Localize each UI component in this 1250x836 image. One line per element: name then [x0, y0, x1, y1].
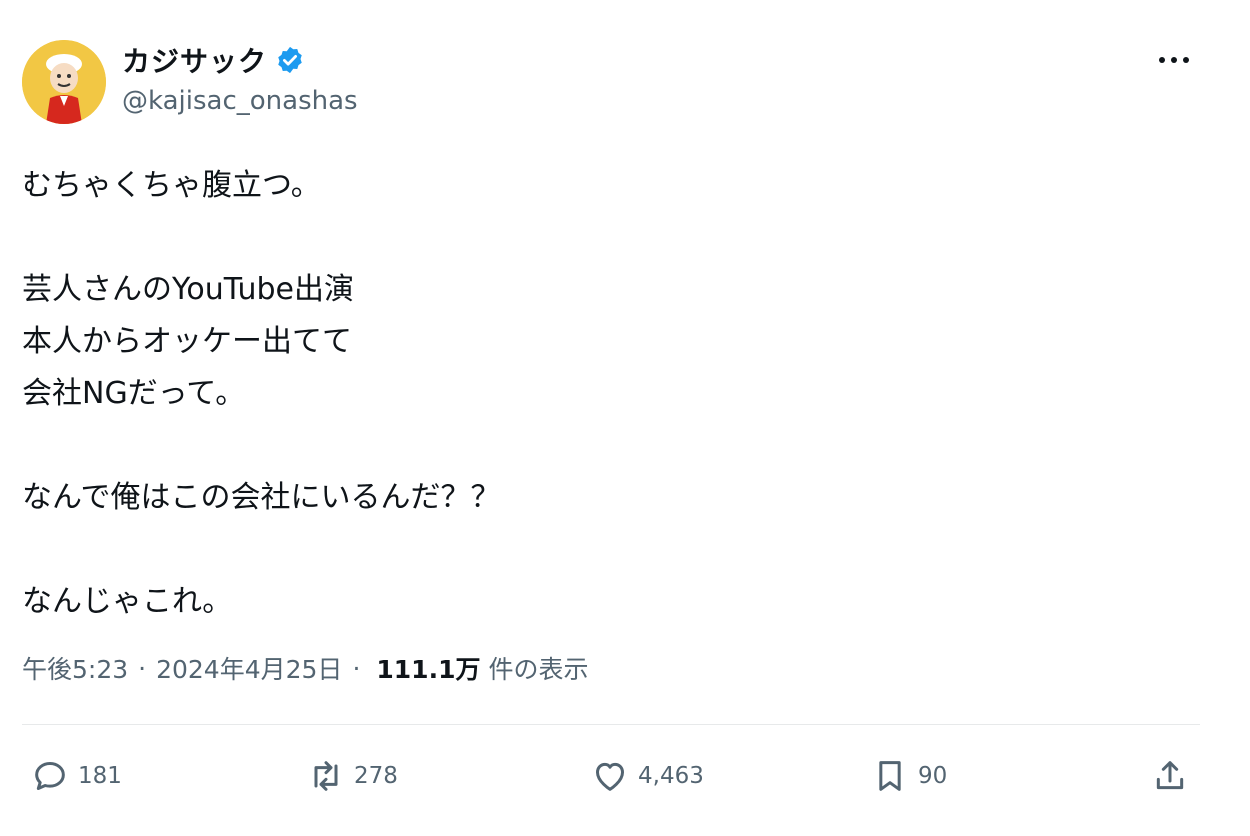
- like-button[interactable]: 4,463: [590, 748, 704, 804]
- tweet-line: なんで俺はこの会社にいるんだ？？: [22, 480, 501, 515]
- repost-icon: [314, 761, 338, 791]
- share-icon: [1156, 761, 1184, 790]
- bookmark-button[interactable]: 90: [870, 748, 947, 804]
- more-dots-icon: [1159, 57, 1189, 63]
- verified-badge-icon: [278, 46, 302, 74]
- author-name-row: カジサック: [122, 40, 305, 80]
- tweet-line: [22, 420, 1202, 472]
- avatar-illustration-icon: [22, 40, 106, 124]
- tweet-text: むちゃくちゃ腹立つ。 芸人さんのYouTube出演 本人からオッケー出てて 会社…: [22, 160, 1202, 628]
- action-bar: 181 278 4,463 90: [0, 748, 1250, 804]
- tweet-line: [22, 524, 1202, 576]
- views-label: 件の表示: [488, 655, 589, 684]
- author-display-name[interactable]: カジサック: [122, 40, 267, 80]
- more-options-button[interactable]: [1152, 42, 1196, 78]
- bookmark-count: 90: [918, 763, 948, 789]
- reply-count: 181: [78, 763, 122, 789]
- tweet-line: むちゃくちゃ腹立つ。: [22, 168, 321, 203]
- tweet-line: 本人からオッケー出てて: [22, 324, 352, 359]
- heart-icon: [596, 762, 624, 791]
- repost-button[interactable]: 278: [306, 748, 398, 804]
- tweet-meta: 午後5:23 · 2024年4月25日 · 111.1万 件の表示: [22, 646, 588, 690]
- tweet-line: なんじゃこれ。: [22, 584, 233, 619]
- tweet-time[interactable]: 午後5:23: [22, 650, 128, 686]
- tweet-line: 会社NGだって。: [22, 376, 246, 411]
- meta-separator: ·: [138, 653, 147, 683]
- author-handle[interactable]: @kajisac_onashas: [122, 86, 358, 116]
- meta-separator: ·: [352, 653, 361, 683]
- bookmark-icon: [879, 761, 901, 791]
- reply-button[interactable]: 181: [30, 748, 122, 804]
- tweet-line: [22, 212, 1202, 264]
- divider: [22, 724, 1200, 725]
- tweet-date[interactable]: 2024年4月25日: [156, 650, 342, 686]
- views-count[interactable]: 111.1万: [376, 650, 480, 686]
- avatar[interactable]: [22, 40, 106, 124]
- share-button[interactable]: [1150, 748, 1190, 804]
- like-count: 4,463: [638, 763, 704, 789]
- repost-count: 278: [354, 763, 398, 789]
- tweet-line: 芸人さんのYouTube出演: [22, 272, 354, 307]
- reply-icon: [35, 762, 65, 790]
